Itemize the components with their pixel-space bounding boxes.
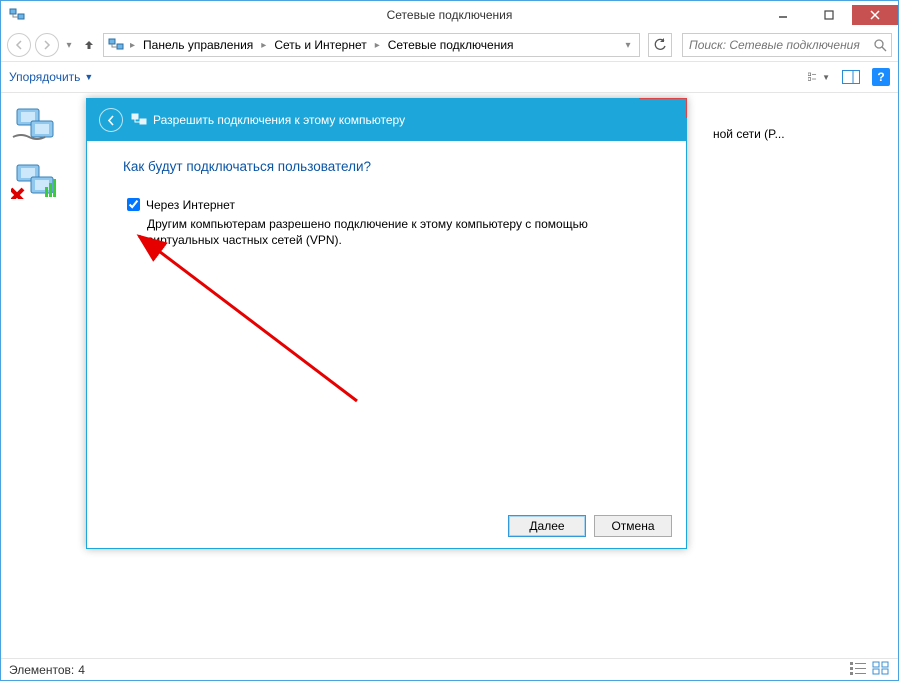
close-button[interactable] — [852, 5, 898, 25]
network-adapter-icon — [11, 107, 59, 143]
chevron-right-icon: ▸ — [259, 40, 268, 51]
status-items-label: Элементов: — [9, 663, 74, 677]
dialog-header: Разрешить подключения к этому компьютеру — [87, 99, 686, 141]
chevron-right-icon: ▸ — [128, 40, 137, 51]
dialog-title: Разрешить подключения к этому компьютеру — [153, 113, 405, 127]
connection-item[interactable] — [11, 107, 59, 143]
network-connections-icon — [108, 37, 124, 53]
chevron-down-icon: ▼ — [822, 73, 830, 82]
preview-pane-button[interactable] — [840, 66, 862, 88]
option-description: Другим компьютерам разрешено подключение… — [147, 216, 617, 248]
nav-back-button[interactable] — [7, 33, 31, 57]
maximize-button[interactable] — [806, 5, 852, 25]
organize-label: Упорядочить — [9, 70, 80, 84]
dialog-back-button[interactable] — [99, 108, 123, 132]
nav-forward-button[interactable] — [35, 33, 59, 57]
network-connections-icon — [131, 112, 147, 128]
wizard-dialog: Разрешить подключения к этому компьютеру… — [86, 98, 687, 549]
annotation-arrow — [87, 141, 688, 511]
search-box[interactable] — [682, 33, 892, 57]
large-icons-view-button[interactable] — [872, 661, 890, 678]
titlebar: Сетевые подключения — [1, 1, 898, 29]
dialog-footer: Далее Отмена — [87, 504, 686, 548]
nav-history-dropdown[interactable]: ▾ — [63, 40, 75, 51]
cancel-button[interactable]: Отмена — [594, 515, 672, 537]
search-input[interactable] — [687, 37, 873, 53]
through-internet-label: Через Интернет — [146, 198, 235, 212]
connection-item-truncated[interactable]: ной сети (P... — [713, 127, 785, 141]
breadcrumb-segment[interactable]: Сеть и Интернет — [270, 38, 370, 52]
toolbar: Упорядочить ▼ ▼ ? — [1, 61, 898, 93]
refresh-button[interactable] — [648, 33, 672, 57]
through-internet-checkbox[interactable] — [127, 198, 140, 211]
organize-menu[interactable]: Упорядочить ▼ — [9, 70, 93, 84]
breadcrumb-segment[interactable]: Панель управления — [139, 38, 257, 52]
network-adapter-disabled-icon — [11, 163, 59, 199]
dialog-heading: Как будут подключаться пользователи? — [123, 159, 650, 174]
help-button[interactable]: ? — [872, 68, 890, 86]
network-connections-icon — [9, 7, 25, 23]
details-view-button[interactable] — [850, 661, 868, 678]
content-area: ной сети (P... — [1, 93, 898, 658]
search-icon — [873, 38, 887, 52]
breadcrumb-dropdown[interactable]: ▾ — [619, 40, 637, 51]
window-controls — [760, 5, 898, 25]
option-row: Через Интернет — [127, 198, 650, 212]
next-button[interactable]: Далее — [508, 515, 586, 537]
dialog-body: Как будут подключаться пользователи? Чер… — [87, 141, 686, 504]
breadcrumb-segment[interactable]: Сетевые подключения — [384, 38, 518, 52]
chevron-right-icon: ▸ — [373, 40, 382, 51]
view-options-button[interactable]: ▼ — [808, 66, 830, 88]
address-bar: ▾ ▸ Панель управления ▸ Сеть и Интернет … — [1, 29, 898, 61]
connection-item[interactable] — [11, 163, 59, 199]
breadcrumb[interactable]: ▸ Панель управления ▸ Сеть и Интернет ▸ … — [103, 33, 640, 57]
nav-up-button[interactable] — [79, 35, 99, 55]
chevron-down-icon: ▼ — [84, 72, 93, 82]
minimize-button[interactable] — [760, 5, 806, 25]
status-items-count: 4 — [78, 663, 85, 677]
status-bar: Элементов: 4 — [1, 658, 898, 680]
connection-item-label: ной сети (P... — [713, 127, 785, 141]
explorer-window: Сетевые подключения ▾ — [0, 0, 899, 681]
